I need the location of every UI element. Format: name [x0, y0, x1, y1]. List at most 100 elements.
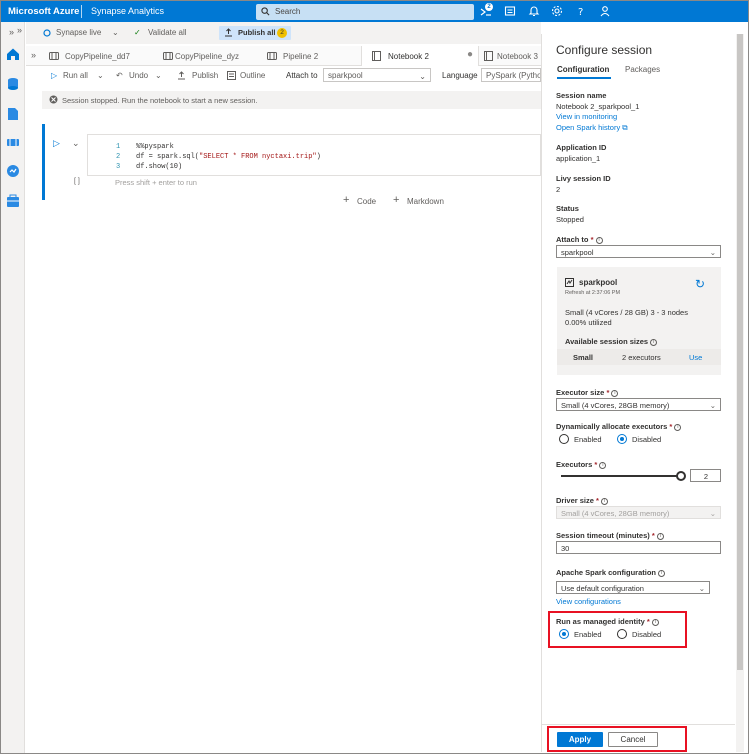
feedback-icon[interactable]	[599, 5, 611, 17]
search-box[interactable]: Search	[256, 4, 474, 20]
run-all-button[interactable]: Run all	[63, 71, 88, 80]
timeout-value: 30	[561, 544, 570, 553]
mode-dropdown-chevron-icon[interactable]: ⌄	[112, 28, 119, 37]
executors-slider-track[interactable]	[561, 475, 681, 477]
run-dropdown-chevron-icon[interactable]: ⌄	[97, 71, 104, 80]
notebook-icon	[372, 51, 381, 61]
dyn-alloc-disabled-radio[interactable]	[617, 434, 627, 444]
editor-tabs: » CopyPipeline_dd7 CopyPipeline_dyz Pipe…	[26, 46, 541, 66]
attach-to-value: sparkpool	[328, 71, 363, 80]
attach-to-label: Attach to	[286, 71, 318, 80]
manage-icon[interactable]	[6, 194, 20, 208]
service-label[interactable]: Synapse Analytics	[91, 6, 164, 16]
required-marker: *	[590, 235, 594, 244]
attach-to-dropdown[interactable]: sparkpool ⌄	[323, 68, 431, 82]
application-id-value: application_1	[556, 154, 601, 163]
line-number: 3	[116, 163, 121, 171]
dyn-alloc-enabled-radio[interactable]	[559, 434, 569, 444]
add-markdown-button[interactable]: Markdown	[407, 197, 444, 206]
execution-count: [ ]	[74, 178, 80, 185]
managed-identity-enabled-radio[interactable]	[559, 629, 569, 639]
notifications-icon[interactable]	[528, 5, 540, 17]
spark-config-select[interactable]: Use default configuration ⌄	[556, 581, 710, 594]
explorer-expand-icon[interactable]: »	[17, 25, 22, 35]
tab-packages[interactable]: Packages	[625, 65, 660, 74]
code-segment: )	[316, 153, 321, 161]
validate-all-button[interactable]: Validate all	[148, 28, 187, 37]
rail-expand-icon[interactable]: »	[9, 27, 14, 37]
brand-label[interactable]: Microsoft Azure	[8, 6, 79, 17]
tabs-expand-icon[interactable]: »	[31, 50, 36, 60]
mode-selector[interactable]: Synapse live	[56, 28, 101, 37]
driver-size-text: Driver size	[556, 496, 594, 505]
info-icon: i	[599, 461, 607, 469]
panel-title: Configure session	[556, 43, 653, 57]
develop-icon[interactable]	[6, 107, 20, 121]
executors-slider-thumb[interactable]	[676, 471, 686, 481]
session-message-bar: Session stopped. Run the notebook to sta…	[42, 91, 541, 109]
search-icon	[261, 7, 270, 16]
executor-size-select[interactable]: Small (4 vCores, 28GB memory) ⌄	[556, 398, 721, 411]
available-sizes-label: Available session sizes i	[565, 337, 658, 346]
undo-dropdown-chevron-icon[interactable]: ⌄	[155, 71, 162, 80]
pool-size: Small (4 vCores / 28 GB) 3 - 3 nodes	[565, 308, 688, 317]
driver-size-select: Small (4 vCores, 28GB memory) ⌄	[556, 506, 721, 519]
monitor-icon[interactable]	[6, 164, 20, 178]
run-cell-icon[interactable]: ▷	[53, 138, 60, 149]
tab-pipeline-2[interactable]: Pipeline 2	[261, 46, 361, 66]
cell-collapse-chevron-icon[interactable]: ⌄	[72, 138, 80, 149]
cancel-button[interactable]: Cancel	[608, 732, 658, 747]
undo-button[interactable]: Undo	[129, 71, 148, 80]
run-all-icon: ▷	[51, 71, 58, 80]
executor-size-label: Executor size * i	[556, 388, 619, 397]
refresh-icon[interactable]: ↻	[695, 277, 705, 291]
tab-notebook-2[interactable]: Notebook 2 ●	[361, 46, 479, 66]
footer-divider	[542, 724, 735, 725]
managed-identity-disabled-radio[interactable]	[617, 629, 627, 639]
attach-to-select[interactable]: sparkpool ⌄	[556, 245, 721, 258]
use-session-size-link[interactable]: Use	[689, 353, 702, 362]
publish-button[interactable]: Publish	[192, 71, 218, 80]
publish-all-button[interactable]: Publish all 2	[219, 26, 291, 40]
outline-button[interactable]: Outline	[240, 71, 265, 80]
settings-icon[interactable]	[551, 5, 563, 17]
code-line: df = spark.sql("SELECT * FROM nyctaxi.tr…	[136, 153, 321, 161]
attach-to-select-value: sparkpool	[561, 248, 594, 257]
open-spark-history-label: Open Spark history	[556, 123, 621, 132]
scrollbar-thumb[interactable]	[737, 34, 743, 670]
add-code-button[interactable]: Code	[357, 197, 376, 206]
help-icon[interactable]: ?	[575, 5, 587, 17]
left-rail: »	[1, 22, 25, 753]
spark-config-label: Apache Spark configuration i	[556, 568, 666, 577]
language-dropdown[interactable]: PySpark (Python)	[481, 68, 541, 82]
brand-separator	[81, 5, 82, 18]
dyn-alloc-label: Dynamically allocate executors * i	[556, 422, 682, 431]
status-value: Stopped	[556, 215, 584, 224]
tab-configuration[interactable]: Configuration	[557, 65, 609, 74]
tab-notebook-3[interactable]: Notebook 3	[479, 46, 541, 66]
executor-size-value: Small (4 vCores, 28GB memory)	[561, 401, 670, 410]
directory-filter-icon[interactable]	[504, 5, 516, 17]
code-editor[interactable]: 1 %%pyspark 2 df = spark.sql("SELECT * F…	[87, 134, 541, 176]
apply-button[interactable]: Apply	[557, 732, 603, 747]
integrate-icon[interactable]	[6, 135, 20, 149]
view-in-monitoring-link[interactable]: View in monitoring	[556, 112, 617, 121]
required-marker: *	[646, 617, 650, 626]
timeout-input[interactable]: 30	[556, 541, 721, 554]
home-icon[interactable]	[6, 47, 20, 61]
stopped-icon	[49, 95, 58, 104]
pipeline-icon	[163, 52, 173, 60]
executors-input[interactable]: 2	[690, 469, 721, 482]
tab-copypipeline-dd7[interactable]: CopyPipeline_dd7	[43, 46, 151, 66]
view-configurations-link[interactable]: View configurations	[556, 597, 621, 606]
open-spark-history-link[interactable]: Open Spark history ⧉	[556, 123, 628, 133]
data-icon[interactable]	[6, 77, 20, 91]
tab-copypipeline-dyz[interactable]: CopyPipeline_dyz	[151, 46, 261, 66]
info-icon: i	[611, 389, 619, 397]
pool-name: sparkpool	[579, 278, 618, 287]
top-bar: Microsoft Azure Synapse Analytics Search…	[1, 1, 748, 22]
chevron-down-icon: ⌄	[698, 584, 705, 593]
driver-size-value: Small (4 vCores, 28GB memory)	[561, 509, 670, 518]
chevron-down-icon: ⌄	[709, 401, 716, 410]
panel-scrollbar[interactable]	[736, 34, 744, 752]
